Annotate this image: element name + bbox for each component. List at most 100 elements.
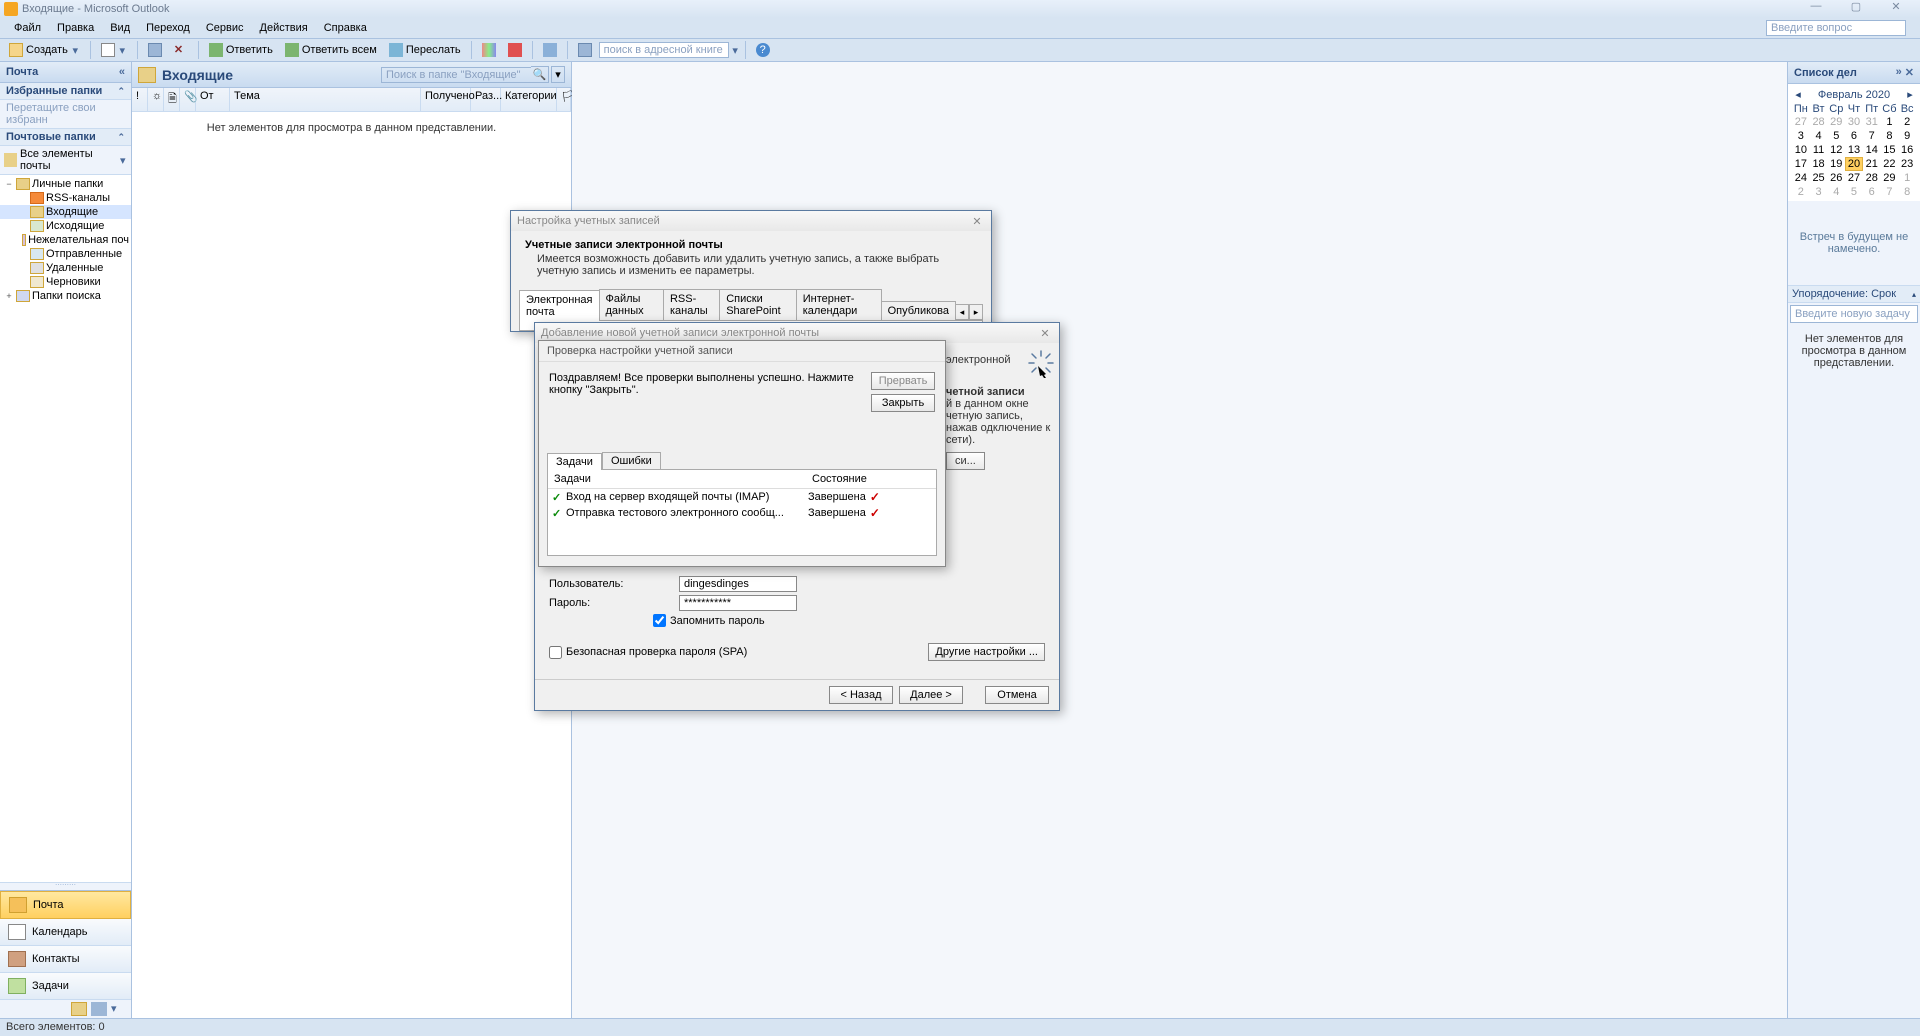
folder-search-input[interactable]: Поиск в папке "Входящие" (381, 67, 531, 83)
folder-RSS-каналы[interactable]: RSS-каналы (0, 191, 131, 205)
tab-ical[interactable]: Интернет-календари (796, 289, 882, 320)
col-attachment[interactable]: 📎 (180, 88, 196, 111)
cal-day[interactable]: 14 (1863, 143, 1881, 157)
cal-day[interactable]: 4 (1827, 185, 1845, 199)
dialog2-close-button[interactable]: ✕ (1037, 327, 1053, 340)
prev-month-button[interactable]: ◂ (1792, 88, 1804, 101)
cal-day[interactable]: 6 (1863, 185, 1881, 199)
cal-day[interactable]: 7 (1881, 185, 1899, 199)
col-received[interactable]: Получено (421, 88, 471, 111)
cal-day[interactable]: 8 (1898, 185, 1916, 199)
cal-day[interactable]: 2 (1898, 115, 1916, 129)
reply-button[interactable]: Ответить (204, 41, 278, 59)
cal-day[interactable]: 18 (1810, 157, 1828, 171)
close-test-button[interactable]: Закрыть (871, 394, 935, 412)
col-icon[interactable]: 🗎 (164, 88, 180, 111)
col-size[interactable]: Раз... (471, 88, 501, 111)
cal-day[interactable]: 29 (1881, 171, 1899, 185)
maximize-button[interactable]: ▢ (1836, 0, 1876, 18)
col-flag[interactable]: 🏳 (557, 88, 571, 111)
cal-day[interactable]: 27 (1845, 171, 1863, 185)
ask-question-input[interactable]: Введите вопрос (1766, 20, 1906, 36)
menu-edit[interactable]: Правка (49, 20, 102, 36)
new-task-input[interactable]: Введите новую задачу (1790, 305, 1918, 323)
cal-day[interactable]: 3 (1810, 185, 1828, 199)
cal-day[interactable]: 11 (1810, 143, 1828, 157)
todo-close-button[interactable]: ✕ (1905, 66, 1914, 79)
nav-grip[interactable]: ⋯⋯⋯ (0, 882, 131, 890)
nav-cal-button[interactable]: Календарь (0, 919, 131, 946)
cal-day[interactable]: 21 (1863, 157, 1881, 171)
cal-day[interactable]: 27 (1792, 115, 1810, 129)
menu-file[interactable]: Файл (6, 20, 49, 36)
more-settings-button[interactable]: Другие настройки ... (928, 643, 1045, 661)
favorite-folders-header[interactable]: Избранные папки (6, 85, 102, 97)
address-search-input[interactable]: поиск в адресной книге (599, 42, 729, 58)
col-subject[interactable]: Тема (230, 88, 421, 111)
search-options-dropdown[interactable]: ▾ (551, 66, 565, 83)
shortcuts-button[interactable] (91, 1002, 107, 1016)
folder-Личные папки[interactable]: −Личные папки (0, 177, 131, 191)
remember-password-checkbox[interactable] (653, 614, 666, 627)
configure-buttons[interactable]: ▾ (111, 1002, 127, 1016)
folder-Отправленные[interactable]: Отправленные (0, 247, 131, 261)
cancel-button[interactable]: Отмена (985, 686, 1049, 704)
delete-button[interactable]: ✕ (169, 41, 193, 59)
password-input[interactable]: *********** (679, 595, 797, 611)
move-button[interactable] (143, 41, 167, 59)
cal-day[interactable]: 10 (1792, 143, 1810, 157)
cal-day[interactable]: 23 (1898, 157, 1916, 171)
new-button[interactable]: Создать▾ (4, 41, 85, 59)
cal-day[interactable]: 29 (1827, 115, 1845, 129)
cal-day[interactable]: 3 (1792, 129, 1810, 143)
test-settings-button[interactable]: си... (946, 452, 985, 470)
tab-scroll-right[interactable]: ▸ (969, 304, 983, 320)
cal-day[interactable]: 9 (1898, 129, 1916, 143)
print-button[interactable]: ▾ (96, 41, 132, 59)
cal-day[interactable]: 6 (1845, 129, 1863, 143)
folder-Нежелательная поч[interactable]: Нежелательная поч (0, 233, 131, 247)
find-button[interactable] (573, 41, 597, 59)
next-month-button[interactable]: ▸ (1904, 88, 1916, 101)
tab-email[interactable]: Электронная почта (519, 290, 600, 321)
forward-button[interactable]: Переслать (384, 41, 466, 59)
cal-day[interactable]: 20 (1845, 157, 1863, 171)
cal-day[interactable]: 22 (1881, 157, 1899, 171)
tab-scroll-left[interactable]: ◂ (955, 304, 969, 320)
reply-all-button[interactable]: Ответить всем (280, 41, 382, 59)
back-button[interactable]: < Назад (829, 686, 893, 704)
all-items-label[interactable]: Все элементы почты (20, 148, 119, 172)
search-icon[interactable]: 🔍 (531, 66, 549, 83)
folder-list-button[interactable] (71, 1002, 87, 1016)
cal-day[interactable]: 24 (1792, 171, 1810, 185)
spa-checkbox[interactable] (549, 646, 562, 659)
col-reminder[interactable]: ☼ (148, 88, 164, 111)
cal-day[interactable]: 16 (1898, 143, 1916, 157)
menu-help[interactable]: Справка (316, 20, 375, 36)
username-input[interactable]: dingesdinges (679, 576, 797, 592)
cal-day[interactable]: 30 (1845, 115, 1863, 129)
folder-Исходящие[interactable]: Исходящие (0, 219, 131, 233)
arrange-dropdown[interactable]: ▴ (1912, 290, 1916, 299)
close-button[interactable]: ✕ (1876, 0, 1916, 18)
cal-day[interactable]: 15 (1881, 143, 1899, 157)
tab-datafiles[interactable]: Файлы данных (599, 289, 664, 320)
dialog1-close-button[interactable]: ✕ (969, 215, 985, 228)
categorize-button[interactable] (477, 41, 501, 59)
mail-folders-header[interactable]: Почтовые папки (6, 131, 96, 143)
nav-collapse-button[interactable]: « (119, 66, 125, 78)
cal-day[interactable]: 26 (1827, 171, 1845, 185)
cal-day[interactable]: 5 (1845, 185, 1863, 199)
col-from[interactable]: От (196, 88, 230, 111)
menu-view[interactable]: Вид (102, 20, 138, 36)
cal-day[interactable]: 7 (1863, 129, 1881, 143)
nav-task-button[interactable]: Задачи (0, 973, 131, 1000)
all-items-dropdown[interactable]: ▾ (119, 154, 127, 167)
cal-day[interactable]: 2 (1792, 185, 1810, 199)
sendreceive-button[interactable] (538, 41, 562, 59)
cal-day[interactable]: 5 (1827, 129, 1845, 143)
menu-service[interactable]: Сервис (198, 20, 252, 36)
col-importance[interactable]: ! (132, 88, 148, 111)
folder-Папки поиска[interactable]: +Папки поиска (0, 289, 131, 303)
menu-actions[interactable]: Действия (252, 20, 316, 36)
